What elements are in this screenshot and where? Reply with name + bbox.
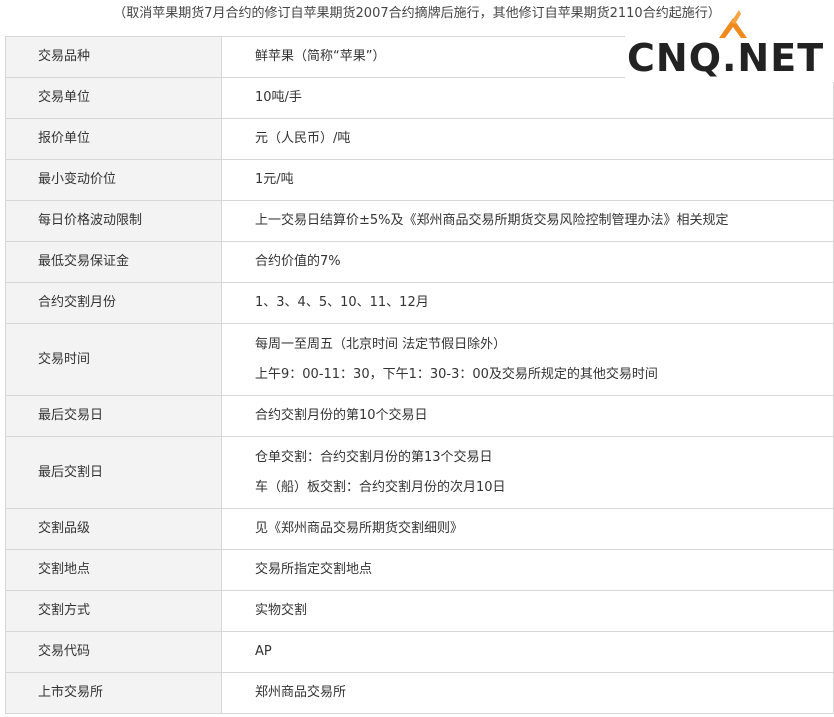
row-label: 交易时间 — [5, 323, 222, 396]
table-row: 最小变动价位 1元/吨 — [5, 159, 834, 201]
table-row: 最后交割日 仓单交割：合约交割月份的第13个交易日 车（船）板交割：合约交割月份的次… — [5, 436, 834, 509]
row-label: 每日价格波动限制 — [5, 200, 222, 242]
row-value-line: 车（船）板交割：合约交割月份的次月10日 — [255, 479, 506, 495]
table-row: 交割品级 见《郑州商品交易所期货交割细则》 — [5, 508, 834, 550]
table-row: 交易单位 10吨/手 — [5, 77, 834, 119]
row-value: 郑州商品交易所 — [221, 672, 834, 714]
row-value: 交易所指定交割地点 — [221, 549, 834, 591]
row-label: 交易品种 — [5, 36, 222, 78]
row-value: AP — [221, 631, 834, 673]
row-value: 上一交易日结算价±5%及《郑州商品交易所期货交易风险控制管理办法》相关规定 — [221, 200, 834, 242]
table-row: 上市交易所 郑州商品交易所 — [5, 672, 834, 714]
row-label: 最小变动价位 — [5, 159, 222, 201]
table-row: 合约交割月份 1、3、4、5、10、11、12月 — [5, 282, 834, 324]
row-value: 1元/吨 — [221, 159, 834, 201]
contract-spec-table: 交易品种 鲜苹果（简称“苹果”） 交易单位 10吨/手 报价单位 元（人民币）/吨 最… — [5, 36, 834, 714]
table-row: 每日价格波动限制 上一交易日结算价±5%及《郑州商品交易所期货交易风险控制管理办法… — [5, 200, 834, 242]
table-row: 最后交易日 合约交割月份的第10个交易日 — [5, 395, 834, 437]
table-row: 交易时间 每周一至周五（北京时间 法定节假日除外） 上午9：00-11：30，下午1… — [5, 323, 834, 396]
row-label: 交易代码 — [5, 631, 222, 673]
row-value: 见《郑州商品交易所期货交割细则》 — [221, 508, 834, 550]
row-value-line: 每周一至周五（北京时间 法定节假日除外） — [255, 336, 507, 352]
row-value-line: 仓单交割：合约交割月份的第13个交易日 — [255, 449, 493, 465]
row-label: 交割品级 — [5, 508, 222, 550]
row-label: 交易单位 — [5, 77, 222, 119]
table-row: 最低交易保证金 合约价值的7% — [5, 241, 834, 283]
row-label: 合约交割月份 — [5, 282, 222, 324]
table-row: 交割方式 实物交割 — [5, 590, 834, 632]
row-label: 最后交割日 — [5, 436, 222, 509]
row-value: 每周一至周五（北京时间 法定节假日除外） 上午9：00-11：30，下午1：30-… — [221, 323, 834, 396]
row-value: 实物交割 — [221, 590, 834, 632]
row-label: 最后交易日 — [5, 395, 222, 437]
row-value: 合约交割月份的第10个交易日 — [221, 395, 834, 437]
logo-text: CNQ.NET — [627, 36, 825, 80]
revision-note: （取消苹果期货7月合约的修订自苹果期货2007合约摘牌后施行，其他修订自苹果期货… — [113, 6, 721, 21]
row-value-line: 上午9：00-11：30，下午1：30-3：00及交易所规定的其他交易时间 — [255, 366, 658, 382]
cnq-logo: CNQ.NET — [625, 10, 834, 82]
row-value: 元（人民币）/吨 — [221, 118, 834, 160]
row-value: 10吨/手 — [221, 77, 834, 119]
row-label: 交割地点 — [5, 549, 222, 591]
table-row: 交割地点 交易所指定交割地点 — [5, 549, 834, 591]
row-label: 上市交易所 — [5, 672, 222, 714]
table-row: 报价单位 元（人民币）/吨 — [5, 118, 834, 160]
row-value: 1、3、4、5、10、11、12月 — [221, 282, 834, 324]
row-value: 合约价值的7% — [221, 241, 834, 283]
table-row: 交易代码 AP — [5, 631, 834, 673]
row-label: 最低交易保证金 — [5, 241, 222, 283]
roof-icon — [719, 10, 747, 38]
row-label: 报价单位 — [5, 118, 222, 160]
row-value: 仓单交割：合约交割月份的第13个交易日 车（船）板交割：合约交割月份的次月10日 — [221, 436, 834, 509]
row-label: 交割方式 — [5, 590, 222, 632]
